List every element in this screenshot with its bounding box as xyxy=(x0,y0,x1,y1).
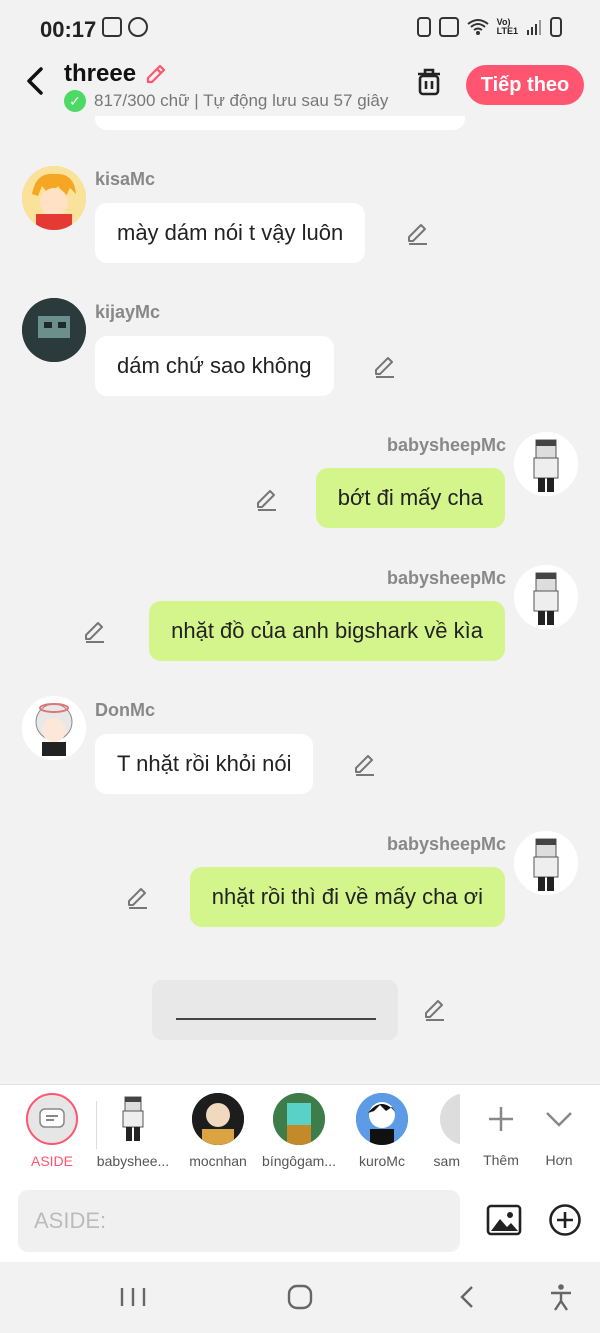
aside-divider-line xyxy=(176,1018,376,1020)
title-text: threee xyxy=(64,60,137,87)
character-item[interactable]: babyshee... xyxy=(93,1093,173,1169)
aside-character[interactable]: ASIDE xyxy=(12,1093,92,1169)
previous-message-bubble[interactable] xyxy=(95,116,465,130)
aside-bubble[interactable] xyxy=(152,980,398,1040)
mute-icon xyxy=(438,17,459,37)
edit-message-icon[interactable] xyxy=(125,884,151,910)
status-notification-icons xyxy=(102,17,148,37)
message-bubble[interactable]: T nhặt rồi khỏi nói xyxy=(95,734,314,794)
accessibility-icon[interactable] xyxy=(546,1282,576,1312)
sender-name: babysheepMc xyxy=(386,568,506,588)
character-name: sam xyxy=(433,1153,460,1169)
message-bubble[interactable]: bớt đi mấy cha xyxy=(315,468,505,528)
avatar[interactable] xyxy=(22,298,86,362)
chat-area[interactable]: kisaMc mày dám nói t vậy luôn kijayMc dá… xyxy=(0,116,600,1084)
character-name: babyshee... xyxy=(96,1153,170,1169)
sender-name: babysheepMc xyxy=(386,435,506,455)
next-button[interactable]: Tiếp theo xyxy=(466,65,584,105)
status-bar: 00:17 Vo) LTE1 xyxy=(0,0,600,56)
add-content-button[interactable] xyxy=(548,1203,582,1237)
saved-check-icon: ✓ xyxy=(64,90,86,112)
top-bar: threee ✓ 817/300 chữ | Tự động lưu sau 5… xyxy=(0,56,600,116)
avatar[interactable] xyxy=(22,696,86,760)
sender-name: kisaMc xyxy=(95,169,156,189)
character-item[interactable]: bíngôgam... xyxy=(259,1093,339,1169)
plus-circle-icon xyxy=(549,1204,581,1236)
avatar xyxy=(107,1093,159,1145)
app-notification-icon xyxy=(128,17,148,37)
sender-name: kijayMc xyxy=(95,302,161,322)
youtube-icon xyxy=(102,17,122,37)
character-name: mocnhan xyxy=(189,1153,247,1169)
recent-apps-icon[interactable] xyxy=(118,1282,148,1312)
back-nav-icon[interactable] xyxy=(452,1282,482,1312)
avatar xyxy=(440,1093,460,1145)
signal-icon xyxy=(527,20,541,35)
story-title[interactable]: threee xyxy=(64,60,168,88)
back-button[interactable] xyxy=(18,64,52,98)
message-bubble[interactable]: nhặt rồi thì đi về mấy cha ơi xyxy=(189,867,505,927)
word-count-status: ✓ 817/300 chữ | Tự động lưu sau 57 giây xyxy=(64,90,394,112)
edit-message-icon[interactable] xyxy=(82,618,108,644)
message-bubble[interactable]: mày dám nói t vậy luôn xyxy=(95,203,366,263)
message-bubble[interactable]: nhặt đồ của anh bigshark về kìa xyxy=(149,601,505,661)
delete-button[interactable] xyxy=(414,66,444,98)
edit-message-icon[interactable] xyxy=(422,996,448,1022)
sender-name: babysheepMc xyxy=(386,834,506,854)
avatar[interactable] xyxy=(514,565,578,629)
chevron-down-icon xyxy=(546,1112,572,1127)
aside-icon xyxy=(39,1108,65,1128)
edit-title-icon[interactable] xyxy=(144,62,168,86)
sender-name: DonMc xyxy=(95,700,155,720)
character-name: kuroMc xyxy=(359,1153,405,1169)
character-item[interactable]: sam xyxy=(420,1093,460,1169)
message-bubble[interactable]: dám chứ sao không xyxy=(95,336,334,396)
avatar[interactable] xyxy=(514,831,578,895)
avatar xyxy=(273,1093,325,1145)
edit-message-icon[interactable] xyxy=(254,486,280,512)
edit-message-icon[interactable] xyxy=(372,353,398,379)
edit-message-icon[interactable] xyxy=(405,220,431,246)
battery-saver-icon xyxy=(416,17,431,37)
trash-icon xyxy=(418,68,440,96)
character-item[interactable]: mocnhan xyxy=(178,1093,258,1169)
home-icon[interactable] xyxy=(285,1282,315,1312)
message-input[interactable] xyxy=(18,1190,460,1252)
status-system-icons: Vo) LTE1 xyxy=(416,17,562,37)
battery-icon xyxy=(550,17,562,37)
system-navigation-bar xyxy=(0,1262,600,1333)
avatar[interactable] xyxy=(514,432,578,496)
character-bar: ASIDE babyshee... mocnhan bíngôgam... ku… xyxy=(0,1084,600,1181)
avatar xyxy=(192,1093,244,1145)
aside-icon-circle xyxy=(26,1093,78,1145)
aside-label: ASIDE xyxy=(30,1153,73,1169)
word-count-text: 817/300 chữ | Tự động lưu sau 57 giây xyxy=(94,91,389,110)
edit-message-icon[interactable] xyxy=(352,751,378,777)
input-bar xyxy=(0,1180,600,1262)
avatar[interactable] xyxy=(22,166,86,230)
image-icon xyxy=(486,1204,522,1236)
status-time: 00:17 xyxy=(40,17,97,42)
wifi-icon xyxy=(467,19,489,35)
lte-icon: Vo) LTE1 xyxy=(496,17,518,36)
more-label: Hơn xyxy=(545,1152,573,1168)
avatar xyxy=(356,1093,408,1145)
character-item[interactable]: kuroMc xyxy=(342,1093,422,1169)
more-button[interactable]: Hơn xyxy=(519,1093,599,1168)
insert-image-button[interactable] xyxy=(486,1204,522,1236)
chevron-left-icon xyxy=(27,67,43,95)
character-name: bíngôgam... xyxy=(262,1153,336,1169)
